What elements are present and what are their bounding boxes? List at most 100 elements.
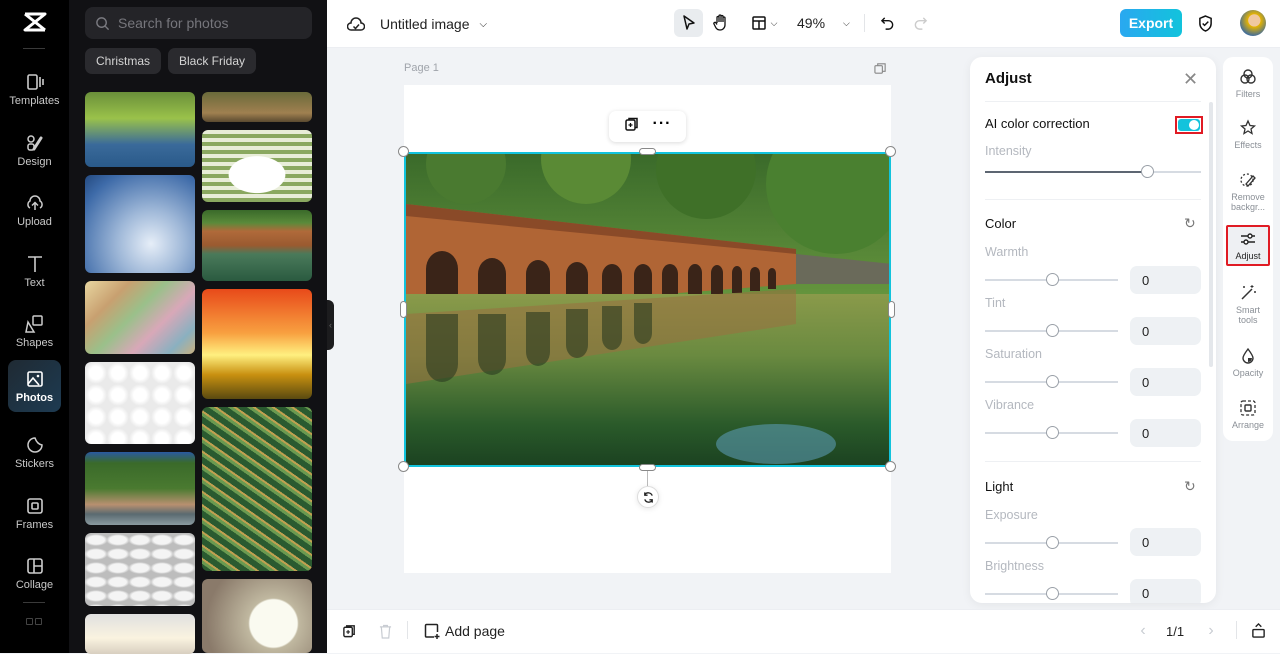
nav-design[interactable]: Design [8,123,61,177]
nav-stickers[interactable]: Stickers [8,425,61,479]
chip-christmas[interactable]: Christmas [85,48,162,74]
nav-collage[interactable]: Collage [8,546,61,600]
resize-handle-top-right[interactable] [885,146,896,157]
resize-handle-top-left[interactable] [398,146,409,157]
photo-thumbnail[interactable] [202,407,312,571]
slider-knob[interactable] [1141,165,1154,178]
nav-upload[interactable]: Upload [8,183,61,237]
reset-color-icon[interactable]: ↻ [1184,215,1196,232]
reset-light-icon[interactable]: ↻ [1184,478,1196,495]
photo-thumbnail[interactable] [85,175,195,273]
resize-handle-bottom-left[interactable] [398,461,409,472]
layout-icon [751,16,766,30]
rail-smart-tools[interactable]: Smart tools [1227,284,1269,325]
photo-thumbnail[interactable] [202,289,312,399]
text-icon [27,255,42,272]
toolbar-divider [1236,621,1237,639]
photo-thumbnail[interactable] [202,210,312,281]
capcut-logo-icon[interactable] [0,10,69,34]
nav-photos[interactable]: Photos [8,360,61,412]
tint-slider[interactable] [985,324,1118,337]
saturation-slider[interactable] [985,375,1118,388]
brightness-value[interactable]: 0 [1130,579,1201,603]
resize-handle-left[interactable] [400,301,407,318]
photo-thumbnail[interactable] [85,614,195,654]
more-apps-icon[interactable] [26,618,42,625]
hand-tool-button[interactable] [710,11,732,35]
slider-knob[interactable] [1045,426,1059,439]
photo-thumbnail[interactable] [202,92,312,122]
rail-adjust[interactable]: Adjust [1226,225,1270,266]
slider-knob[interactable] [1045,536,1059,549]
chip-black-friday[interactable]: Black Friday [168,48,257,74]
exposure-value[interactable]: 0 [1130,528,1201,556]
rail-arrange[interactable]: Arrange [1227,399,1269,430]
photo-thumbnail[interactable] [85,281,195,354]
document-title[interactable]: Untitled image ⌵ [380,13,487,35]
nav-text[interactable]: Text [8,244,61,298]
rotate-handle[interactable] [637,486,659,508]
resize-handle-top[interactable] [639,148,656,155]
photo-thumbnail[interactable] [85,92,195,167]
tint-value[interactable]: 0 [1130,317,1201,345]
toolbar-divider [407,621,408,639]
layout-dropdown[interactable]: ⌵ [747,11,781,35]
close-icon[interactable]: ✕ [1183,69,1198,90]
duplicate-icon[interactable] [624,116,640,137]
security-shield-icon[interactable] [1195,12,1215,34]
panel-scrollbar[interactable] [1209,102,1213,367]
rail-filters[interactable]: Filters [1227,68,1269,99]
warmth-slider[interactable] [985,273,1118,286]
export-button[interactable]: Export [1120,9,1182,37]
slider-knob[interactable] [1045,324,1059,337]
rail-remove-background[interactable]: Remove backgr... [1227,171,1269,212]
resize-handle-bottom-right[interactable] [885,461,896,472]
saturation-value[interactable]: 0 [1130,368,1201,396]
photo-thumbnail[interactable] [85,362,195,444]
brightness-slider[interactable] [985,587,1118,600]
user-avatar[interactable] [1240,10,1266,36]
undo-button[interactable] [877,12,897,34]
next-page-button[interactable]: › [1204,620,1218,642]
select-tool-button[interactable] [674,9,703,37]
resize-handle-bottom[interactable] [639,464,656,471]
photo-thumbnail[interactable] [85,452,195,525]
resize-handle-right[interactable] [888,301,895,318]
exposure-slider[interactable] [985,536,1118,549]
photo-thumbnail[interactable] [202,579,312,653]
vibrance-label: Vibrance [985,398,1035,412]
slider-knob[interactable] [1045,273,1059,286]
redo-button[interactable] [910,12,930,34]
rail-opacity[interactable]: Opacity [1227,347,1269,378]
delete-page-button[interactable] [376,622,394,640]
page-panel-toggle[interactable] [1249,619,1267,641]
add-page-button[interactable]: Add page [424,620,505,642]
previous-page-button[interactable]: ‹ [1136,620,1150,642]
photos-panel: Christmas Black Friday [69,0,327,654]
ai-color-correction-toggle[interactable] [1175,116,1203,134]
page-options-icon[interactable] [874,62,887,80]
rotate-icon [643,491,653,503]
selected-image-element[interactable] [404,152,891,467]
slider-knob[interactable] [1045,375,1059,388]
intensity-slider[interactable] [985,165,1201,178]
nav-shapes[interactable]: Shapes [8,304,61,358]
search-box[interactable] [85,7,312,39]
nav-frames[interactable]: Frames [8,486,61,540]
rail-effects[interactable]: Effects [1227,119,1269,150]
vibrance-slider[interactable] [985,426,1118,439]
divider [985,101,1201,102]
search-input[interactable] [118,15,298,31]
adjust-panel: Adjust ✕ AI color correction Intensity C… [970,57,1216,603]
duplicate-page-button[interactable] [340,622,358,640]
vibrance-value[interactable]: 0 [1130,419,1201,447]
warmth-value[interactable]: 0 [1130,266,1201,294]
slider-knob[interactable] [1045,587,1059,600]
cloud-saved-icon[interactable] [345,13,367,35]
more-options-icon[interactable]: ··· [653,115,672,135]
photo-thumbnail[interactable] [202,130,312,202]
zoom-dropdown[interactable]: 49% ⌵ [797,11,850,35]
nav-templates[interactable]: Templates [8,62,61,116]
photo-thumbnail[interactable] [85,533,195,606]
collapse-panel-handle[interactable]: ‹ [327,300,334,350]
